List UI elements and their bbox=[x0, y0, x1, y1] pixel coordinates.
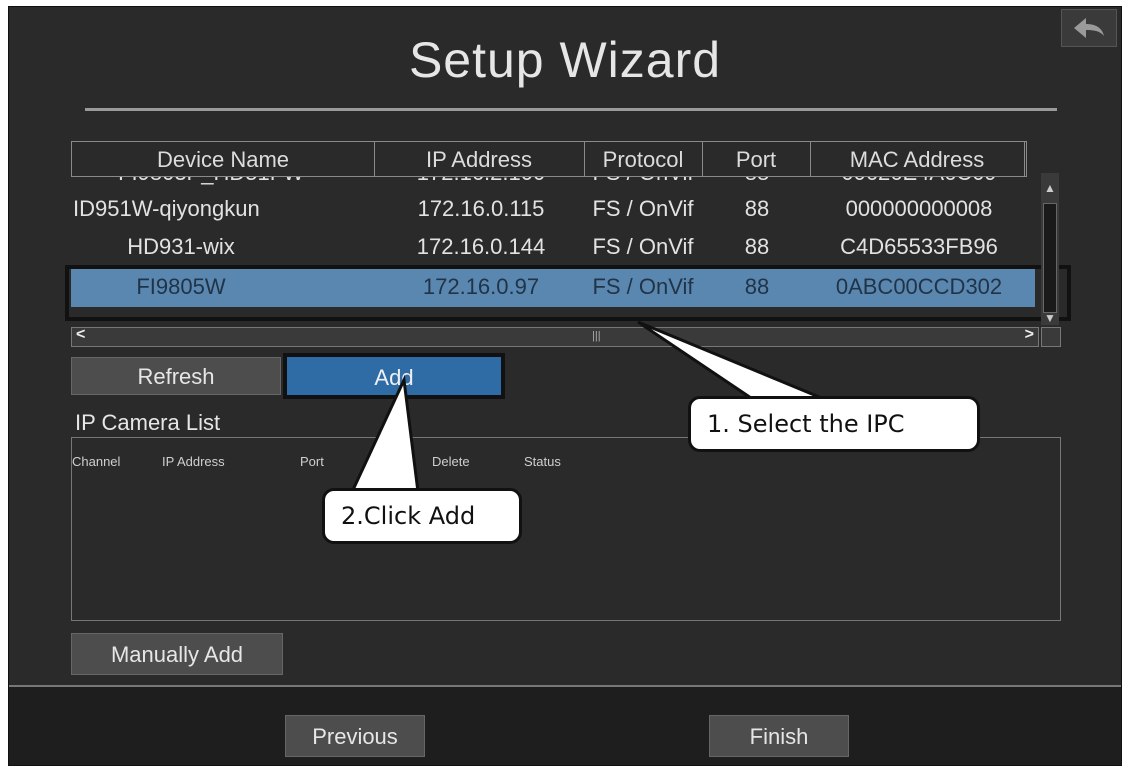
column-header-device-name[interactable]: Device Name bbox=[72, 142, 375, 176]
column-header-protocol[interactable]: Protocol bbox=[584, 142, 703, 176]
column-header-mac-address[interactable]: MAC Address bbox=[810, 142, 1025, 176]
scrollbar-grip-icon: ||| bbox=[592, 330, 601, 342]
column-header-ip-address[interactable]: IP Address bbox=[374, 142, 585, 176]
list-header-status: Status bbox=[524, 454, 561, 469]
cell-mac: C4D65533FB96 bbox=[840, 234, 998, 259]
cell-ip: 172.16.0.115 bbox=[417, 196, 545, 221]
callout-select-ipc: 1. Select the IPC bbox=[688, 396, 980, 452]
list-header-port: Port bbox=[300, 454, 324, 469]
setup-wizard-window: Setup Wizard Device Name IP Address Prot… bbox=[8, 6, 1122, 766]
column-header-port[interactable]: Port bbox=[702, 142, 811, 176]
cell-port: 88 bbox=[705, 177, 809, 191]
cell-device-name: FI9803P_HD51FW bbox=[71, 177, 361, 191]
cell-mac: 00626E4A6C09 bbox=[809, 177, 1029, 191]
add-button[interactable]: Add bbox=[283, 353, 505, 399]
ip-camera-list: Channel IP Address Port Delete Status bbox=[71, 437, 1061, 621]
ip-camera-list-title: IP Camera List bbox=[75, 410, 221, 435]
vertical-scrollbar[interactable]: ▲ ▼ bbox=[1041, 173, 1059, 325]
footer-bar bbox=[9, 685, 1121, 765]
cell-device-name: HD931-wix bbox=[127, 234, 235, 259]
previous-button[interactable]: Previous bbox=[285, 715, 425, 757]
table-row[interactable]: HD931-wix 172.16.0.144 FS / OnVif 88 C4D… bbox=[71, 229, 1035, 265]
scroll-down-icon[interactable]: ▼ bbox=[1044, 311, 1056, 325]
cell-protocol: FS / OnVif bbox=[592, 196, 694, 221]
scroll-right-icon[interactable]: > bbox=[1025, 326, 1034, 344]
list-header-channel: Channel bbox=[72, 454, 121, 469]
back-arrow-icon bbox=[1074, 18, 1104, 38]
cell-port: 88 bbox=[744, 196, 770, 221]
scroll-left-icon[interactable]: < bbox=[76, 326, 85, 344]
cell-ip: 172.16.0.144 bbox=[416, 234, 546, 259]
list-header-ip-address: IP Address bbox=[162, 454, 225, 469]
manually-add-button[interactable]: Manually Add bbox=[71, 633, 283, 675]
cell-mac: 000000000008 bbox=[845, 196, 993, 221]
title-divider bbox=[85, 108, 1057, 111]
finish-button[interactable]: Finish bbox=[709, 715, 849, 757]
scroll-up-icon[interactable]: ▲ bbox=[1044, 181, 1056, 195]
cell-protocol: FS / OnVif bbox=[581, 177, 705, 191]
horizontal-scrollbar[interactable]: < ||| > bbox=[71, 326, 1039, 347]
cell-device-name: ID951W-qiyongkun bbox=[73, 196, 260, 221]
refresh-button[interactable]: Refresh bbox=[71, 357, 281, 395]
cell-port: 88 bbox=[744, 234, 770, 259]
scrollbar-thumb[interactable] bbox=[1043, 203, 1057, 313]
cell-ip: 172.16.2.100 bbox=[371, 177, 591, 191]
table-header: Device Name IP Address Protocol Port MAC… bbox=[71, 141, 1027, 177]
table-row[interactable]: FI9803P_HD51FW 172.16.2.100 FS / OnVif 8… bbox=[71, 177, 1035, 191]
cell-protocol: FS / OnVif bbox=[592, 234, 694, 259]
back-button[interactable] bbox=[1061, 9, 1117, 47]
list-header-delete: Delete bbox=[432, 454, 470, 469]
scrollbar-corner bbox=[1041, 327, 1061, 347]
selection-highlight bbox=[65, 265, 1071, 321]
table-row[interactable]: ID951W-qiyongkun 172.16.0.115 FS / OnVif… bbox=[71, 191, 1035, 227]
page-title: Setup Wizard bbox=[408, 32, 722, 88]
callout-click-add: 2.Click Add bbox=[322, 488, 522, 544]
